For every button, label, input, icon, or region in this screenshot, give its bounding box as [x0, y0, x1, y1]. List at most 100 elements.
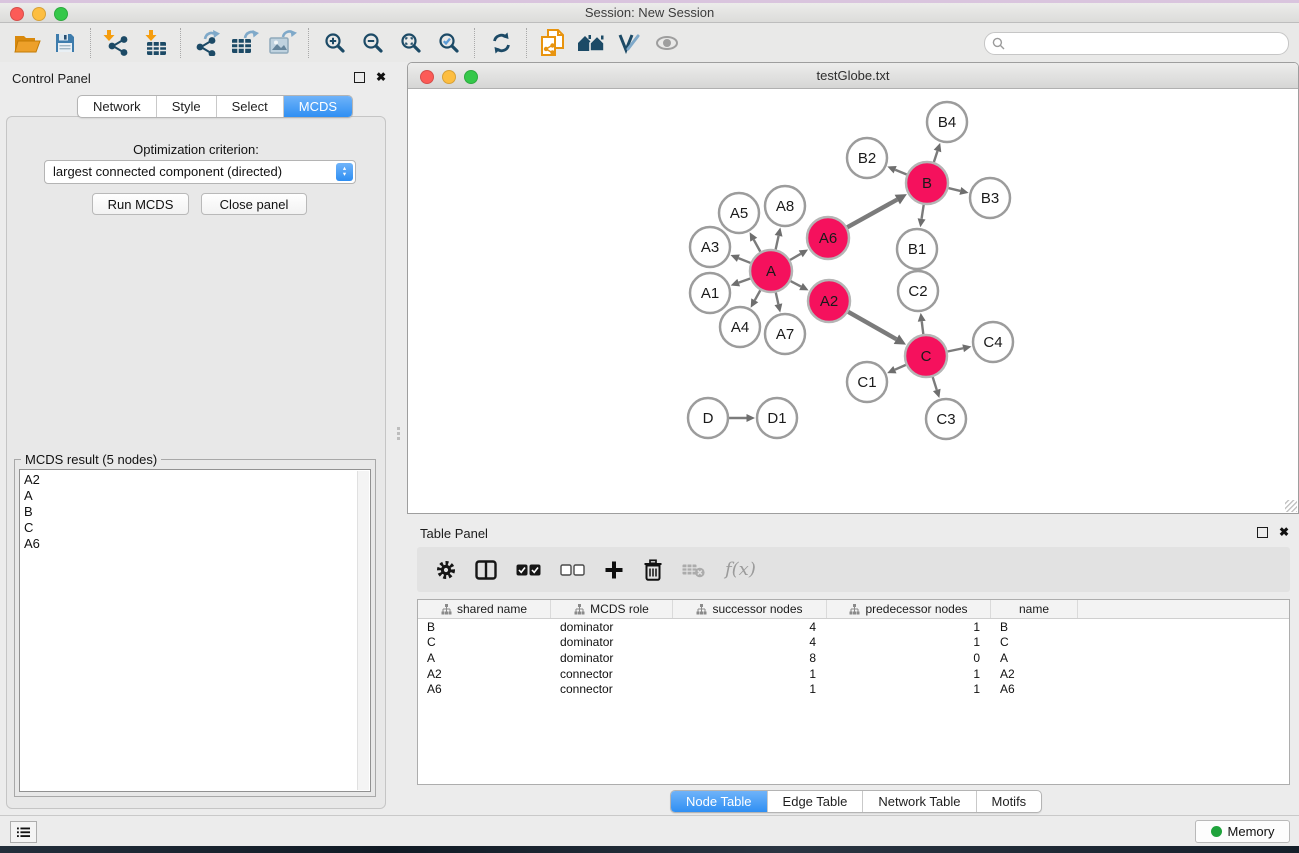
mcds-result-groupbox: MCDS result (5 nodes) A2ABCA6 — [14, 459, 376, 797]
select-all-icon — [516, 564, 541, 576]
show-columns-button[interactable] — [475, 560, 497, 580]
table-row[interactable]: Adominator80A — [418, 650, 1289, 666]
save-session-button[interactable] — [46, 26, 84, 60]
main-toolbar — [0, 23, 1299, 63]
column-header-predecessor-nodes[interactable]: predecessor nodes — [827, 600, 991, 618]
mcds-result-title: MCDS result (5 nodes) — [21, 452, 161, 467]
node-label-A7: A7 — [776, 326, 794, 343]
close-panel-button[interactable]: Close panel — [201, 193, 307, 215]
delete-table-button[interactable] — [682, 562, 706, 578]
list-item[interactable]: A6 — [20, 536, 370, 552]
network-edge-B-B2[interactable] — [895, 170, 907, 175]
mcds-result-list[interactable]: A2ABCA6 — [19, 469, 371, 792]
network-edge-A-A6[interactable] — [790, 254, 801, 260]
function-builder-button[interactable]: f(x) — [725, 559, 756, 580]
column-header-successor-nodes[interactable]: successor nodes — [673, 600, 827, 618]
network-edge-C-C1[interactable] — [895, 365, 906, 370]
memory-button[interactable]: Memory — [1195, 820, 1290, 843]
network-edge-A-A5[interactable] — [754, 240, 761, 252]
table-row[interactable]: Bdominator41B — [418, 619, 1289, 635]
export-network-button[interactable] — [188, 26, 226, 60]
vertical-splitter-handle[interactable] — [396, 427, 401, 443]
save-icon — [54, 32, 76, 54]
tab-select[interactable]: Select — [217, 96, 284, 117]
column-header-name[interactable]: name — [991, 600, 1078, 618]
create-column-button[interactable] — [604, 560, 624, 580]
column-header-shared-name[interactable]: shared name — [418, 600, 551, 618]
list-item[interactable]: A2 — [20, 472, 370, 488]
list-icon — [17, 825, 30, 840]
network-edge-A-A1[interactable] — [739, 278, 751, 282]
network-edge-B-B3[interactable] — [948, 188, 960, 191]
network-edge-A-A7[interactable] — [776, 292, 779, 304]
network-edge-A-A8[interactable] — [776, 236, 779, 250]
search-box[interactable] — [984, 32, 1289, 55]
select-all-button[interactable] — [516, 564, 541, 576]
zoom-fit-icon — [400, 32, 422, 54]
run-mcds-button[interactable]: Run MCDS — [92, 193, 189, 215]
table-row[interactable]: Cdominator41C — [418, 635, 1289, 651]
search-input[interactable] — [1009, 36, 1288, 52]
network-edge-A-A3[interactable] — [738, 258, 750, 263]
zoom-out-button[interactable] — [354, 26, 392, 60]
resize-grip[interactable] — [1285, 500, 1297, 512]
home-button[interactable] — [572, 26, 610, 60]
annotation-pen-button[interactable] — [610, 26, 648, 60]
zoom-selected-button[interactable] — [430, 26, 468, 60]
tab-edge-table[interactable]: Edge Table — [768, 791, 864, 812]
table-cell: C — [418, 635, 551, 649]
list-item[interactable]: B — [20, 504, 370, 520]
close-table-panel-icon[interactable]: ✖ — [1279, 526, 1289, 538]
edge-arrowhead-icon — [774, 303, 782, 312]
export-image-button[interactable] — [264, 26, 302, 60]
result-list-scrollbar[interactable] — [357, 471, 369, 790]
tab-mcds[interactable]: MCDS — [284, 96, 352, 117]
network-edge-A-A4[interactable] — [755, 290, 761, 300]
columns-icon — [475, 560, 497, 580]
import-table-button[interactable] — [136, 26, 174, 60]
edge-arrowhead-icon — [747, 414, 756, 422]
list-item[interactable]: C — [20, 520, 370, 536]
network-window-titlebar[interactable]: testGlobe.txt — [408, 63, 1298, 89]
tab-node-table[interactable]: Node Table — [671, 791, 768, 812]
tab-motifs[interactable]: Motifs — [977, 791, 1042, 812]
tab-style[interactable]: Style — [157, 96, 217, 117]
network-edge-B-B1[interactable] — [922, 205, 924, 219]
tab-network[interactable]: Network — [78, 96, 157, 117]
toggle-details-button[interactable] — [648, 26, 686, 60]
network-canvas[interactable]: B4B2BB3A5A8A6A3B1AC2A1A2A4A7C4CC1C3DD1 — [408, 89, 1298, 513]
close-panel-icon[interactable]: ✖ — [376, 71, 386, 83]
float-panel-icon[interactable] — [354, 72, 365, 83]
network-edge-C-C2[interactable] — [922, 321, 924, 334]
node-table[interactable]: shared name MCDS role successor nodes pr… — [417, 599, 1290, 785]
zoom-in-button[interactable] — [316, 26, 354, 60]
delete-columns-button[interactable] — [643, 559, 663, 581]
network-from-selection-button[interactable] — [534, 26, 572, 60]
control-panel-title: Control Panel — [12, 71, 91, 86]
export-table-button[interactable] — [226, 26, 264, 60]
refresh-button[interactable] — [482, 26, 520, 60]
node-label-A3: A3 — [701, 239, 719, 256]
open-session-button[interactable] — [8, 26, 46, 60]
table-row[interactable]: A6connector11A6 — [418, 681, 1289, 697]
tab-network-table[interactable]: Network Table — [863, 791, 976, 812]
network-edge-B-B4[interactable] — [934, 151, 938, 162]
network-edge-A6-B[interactable] — [847, 200, 897, 228]
network-edge-C-C3[interactable] — [933, 377, 937, 390]
delete-table-icon — [682, 562, 706, 578]
network-edge-A2-C[interactable] — [848, 312, 896, 339]
deselect-all-button[interactable] — [560, 564, 585, 576]
network-edge-C-C4[interactable] — [948, 348, 964, 351]
network-edge-A-A2[interactable] — [791, 281, 801, 286]
column-header-mcds-role[interactable]: MCDS role — [551, 600, 673, 618]
float-table-panel-icon[interactable] — [1257, 527, 1268, 538]
show-task-history-button[interactable] — [10, 821, 37, 843]
table-row[interactable]: A2connector11A2 — [418, 666, 1289, 682]
zoom-fit-button[interactable] — [392, 26, 430, 60]
import-network-button[interactable] — [98, 26, 136, 60]
tree-sort-icon — [696, 604, 707, 615]
list-item[interactable]: A — [20, 488, 370, 504]
table-settings-button[interactable] — [436, 560, 456, 580]
node-label-A6: A6 — [819, 230, 837, 247]
criterion-dropdown[interactable]: largest connected component (directed) ▴… — [44, 160, 356, 184]
